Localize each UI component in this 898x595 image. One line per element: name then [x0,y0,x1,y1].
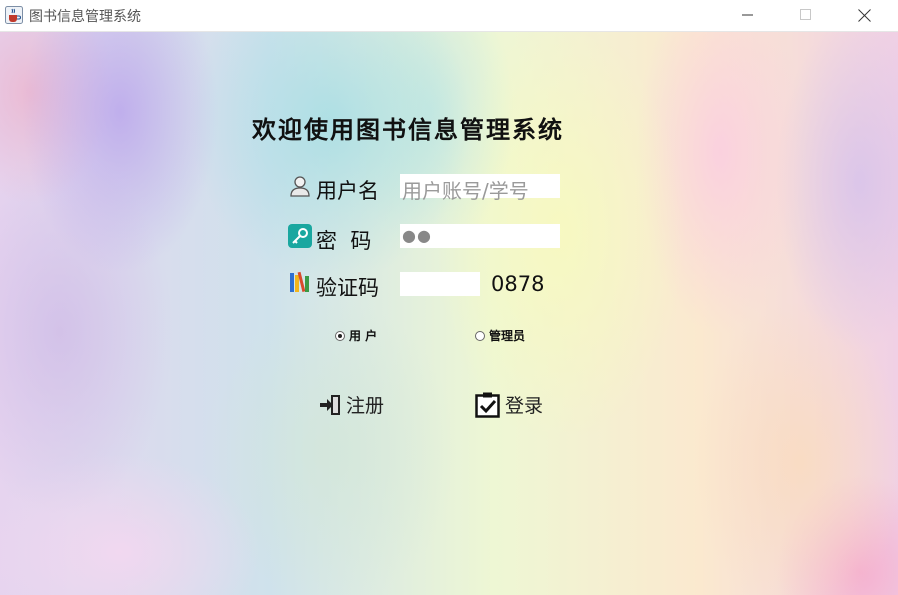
register-button[interactable]: 注册 [318,391,384,418]
close-button[interactable] [841,0,887,31]
welcome-heading: 欢迎使用图书信息管理系统 [252,115,564,144]
login-panel: 欢迎使用图书信息管理系统 用户名 用户账号/学号 密 码 ●● 验证码 0878… [0,32,898,595]
username-placeholder: 用户账号/学号 [402,179,529,203]
close-icon [858,9,871,22]
maximize-icon [800,9,811,20]
maximize-button[interactable] [783,0,829,31]
captcha-label: 验证码 [316,276,379,300]
register-label: 注册 [346,395,385,417]
username-input[interactable]: 用户账号/学号 [400,174,560,203]
username-label: 用户名 [316,179,379,203]
user-icon [288,174,312,198]
minimize-button[interactable] [725,0,771,31]
sign-in-icon [320,394,340,415]
books-icon [288,270,312,294]
checkbox-icon [475,392,500,418]
role-user-radio[interactable]: 用 户 [335,327,377,344]
password-label: 密 码 [316,229,372,253]
minimize-icon [742,14,753,16]
role-user-label: 用 户 [349,329,378,343]
login-label: 登录 [505,395,544,417]
captcha-input[interactable] [400,272,480,296]
role-admin-label: 管理员 [489,329,526,343]
radio-unselected-icon [475,330,485,341]
java-cup-icon [5,6,23,24]
password-value: ●● [402,226,432,245]
captcha-code[interactable]: 0878 [491,272,544,296]
role-admin-radio[interactable]: 管理员 [475,327,525,344]
login-button[interactable]: 登录 [475,391,543,418]
password-input[interactable]: ●● [400,224,560,248]
title-bar: 图书信息管理系统 [0,0,898,32]
key-icon [288,224,312,248]
window-title: 图书信息管理系统 [29,9,141,25]
radio-selected-icon [335,330,345,341]
